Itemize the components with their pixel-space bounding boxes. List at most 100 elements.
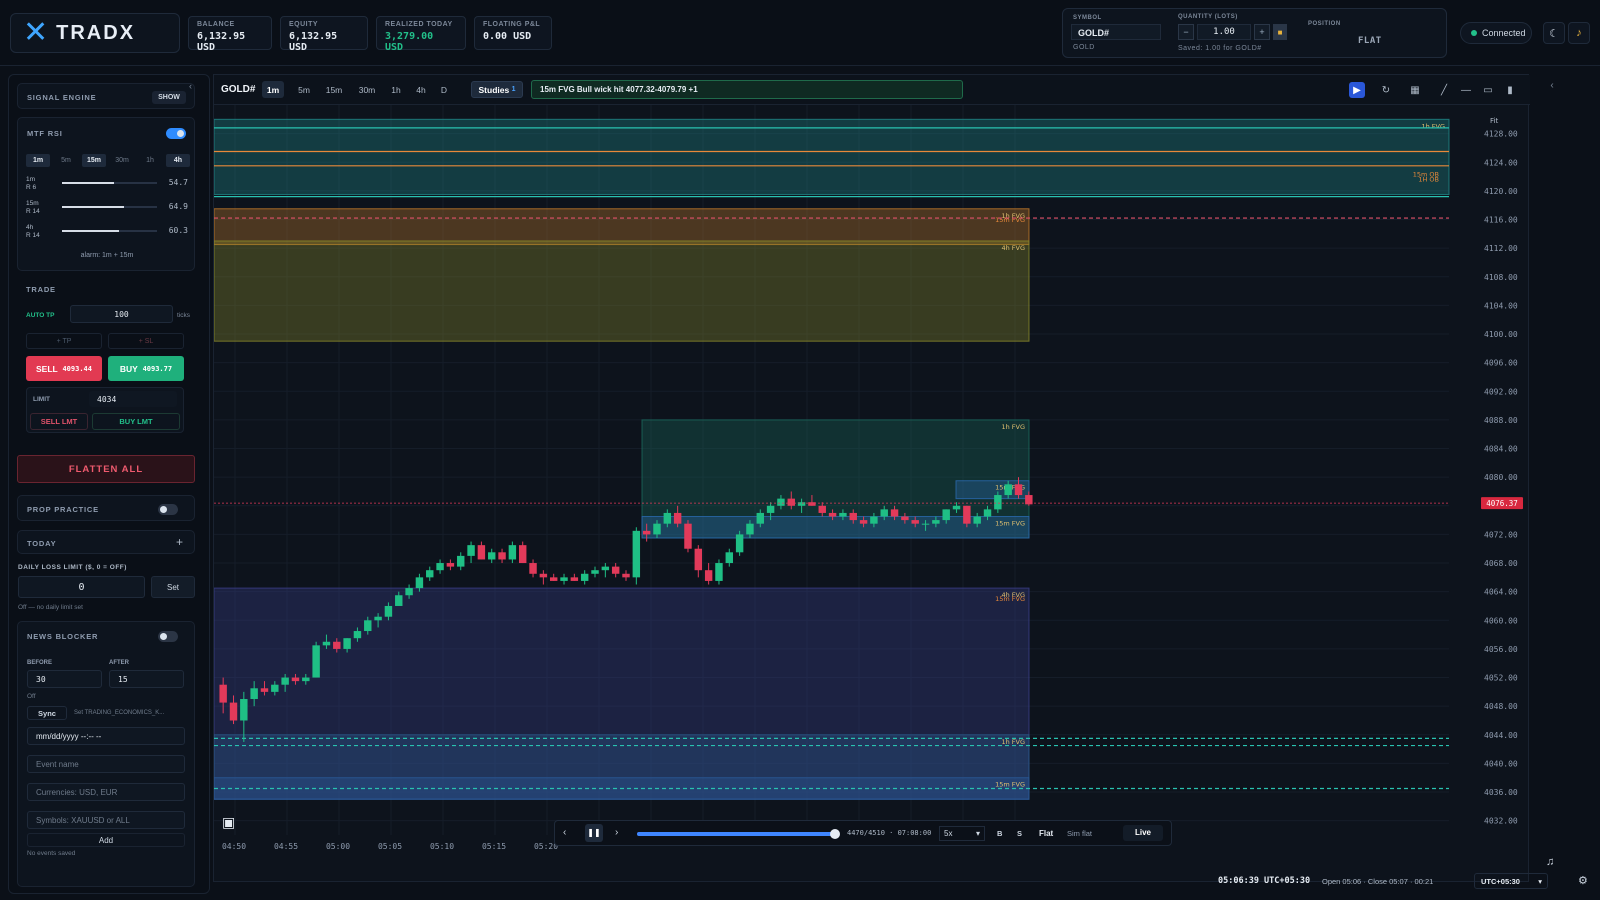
replay-progress-track[interactable] [637,829,841,839]
daily-loss-input[interactable]: 0 [18,576,145,598]
zone-label: 1H OB [1418,175,1439,183]
refresh-icon[interactable]: ↻ [1378,82,1394,98]
candle-body [260,688,269,692]
candle-body [302,677,310,682]
y-axis-tick: 4084.00 [1484,445,1518,454]
trendline-icon[interactable]: ╱ [1436,82,1452,98]
sell-limit-button[interactable]: SELL LMT [30,413,88,430]
horizontal-line-icon[interactable]: — [1458,82,1474,98]
sell-market-button[interactable]: SELL 4093.44 [26,356,102,381]
last-price-label: 4076.37 [1486,499,1518,508]
mtf-tf-4h[interactable]: 4h [166,154,190,167]
replay-buy-button[interactable]: B [997,829,1002,838]
candle-body [642,530,651,535]
prop-practice-panel: PROP PRACTICE [17,495,195,521]
y-axis-tick: 4092.00 [1484,387,1518,396]
prop-practice-toggle[interactable] [158,504,178,515]
news-blocker-toggle[interactable] [158,631,178,642]
replay-prev-icon[interactable]: ‹ [563,827,566,838]
news-currencies-input[interactable]: Currencies: USD, EUR [27,783,185,801]
lock-icon[interactable]: ■ [1273,24,1287,40]
symbol-field[interactable]: GOLD# [1071,24,1161,40]
collapse-chevron-icon[interactable]: ‹ [189,81,192,91]
news-add-button[interactable]: Add [27,833,185,847]
mtf-tf-30m[interactable]: 30m [110,154,134,167]
replay-live-button[interactable]: Live [1123,825,1163,841]
auto-tp-input[interactable]: 100 [70,305,173,323]
chart-area: GOLD# 1m 5m 15m 30m 1h 4h D Studies 1 15m FVG … [213,74,1530,883]
qty-increase-button[interactable]: + [1254,24,1270,40]
floating-pnl-stat: FLOATING P&L 0.00 USD [474,16,552,50]
candle-body [384,605,393,617]
daily-loss-set-button[interactable]: Set [151,576,195,598]
news-after-input[interactable]: 15 [109,670,184,688]
equity-stat: EQUITY 6,132.95 USD [280,16,368,53]
candle-body [353,631,362,639]
play-icon[interactable]: ▶ [1349,82,1365,98]
chart-tf-1h[interactable]: 1h [387,81,405,98]
chart-tf-1m[interactable]: 1m [262,81,284,98]
y-axis-tick: 4068.00 [1484,559,1518,568]
candle-body [777,498,785,506]
add-tp-button[interactable]: + TP [26,333,102,349]
chart-symbol[interactable]: GOLD# [221,84,255,95]
today-expand-button[interactable]: + [176,535,183,549]
bell-icon[interactable]: ♪ [1568,22,1590,44]
qty-decrease-button[interactable]: − [1178,24,1194,40]
buy-market-button[interactable]: BUY 4093.77 [108,356,184,381]
mtf-tf-1h[interactable]: 1h [138,154,162,167]
rectangle-icon[interactable]: ▭ [1480,82,1496,98]
mtf-rsi-toggle[interactable] [166,128,186,139]
rsi-bar-fill [62,182,114,184]
replay-next-icon[interactable]: › [615,827,618,838]
replay-progress: 4470/4510 · 07:08:00 [847,829,932,837]
chart-tf-4h[interactable]: 4h [412,81,430,98]
news-date-input[interactable]: mm/dd/yyyy --:-- -- [27,727,185,745]
candle-body [446,563,455,567]
y-axis-tick: 4044.00 [1484,731,1518,740]
x-axis-tick: 05:10 [430,842,454,851]
zone-label: 4h FVG [1001,244,1025,252]
news-event-name-input[interactable]: Event name [27,755,185,773]
x-axis-tick: 05:00 [326,842,350,851]
trash-icon[interactable]: ▮ [1502,82,1518,98]
news-before-input[interactable]: 30 [27,670,102,688]
signal-engine-show-button[interactable]: SHOW [152,91,186,104]
chart-tf-5m[interactable]: 5m [293,81,315,98]
candle-body [467,545,475,556]
zoom-fit-button[interactable]: Fit [1490,117,1498,125]
news-symbols-input[interactable]: Symbols: XAUUSD or ALL [27,811,185,829]
alert-banner[interactable]: 15m FVG Bull wick hit 4077.32-4079.79 +1 [531,80,963,99]
candle-body [694,548,703,571]
settings-icon[interactable]: ⚙ [1578,874,1588,887]
replay-slider-handle[interactable] [830,829,841,839]
studies-button[interactable]: Studies 1 [471,81,523,98]
candle-body [663,512,672,524]
grid-icon[interactable]: ▦ [1407,82,1423,98]
timezone-select[interactable]: UTC+05:30 ▾ [1474,873,1548,889]
chart-tf-30m[interactable]: 30m [353,81,381,98]
expand-panel-icon[interactable]: ‹ [1544,80,1560,96]
add-sl-button[interactable]: + SL [108,333,184,349]
limit-price-input[interactable]: 4034 [89,391,177,407]
brand-logo[interactable]: ✕ TRADX [10,13,180,53]
replay-speed-select[interactable]: 5x ▾ [939,826,985,841]
chart-tf-D[interactable]: D [436,81,452,98]
buy-limit-button[interactable]: BUY LMT [92,413,180,430]
replay-flat-button[interactable]: Flat [1039,829,1053,838]
mtf-tf-15m[interactable]: 15m [82,154,106,167]
replay-sell-button[interactable]: S [1017,829,1022,838]
candle-body [364,620,372,632]
candle-body [901,516,909,521]
replay-pause-icon[interactable]: ❚❚ [585,824,603,842]
candle-body [518,545,527,564]
microphone-icon[interactable]: ♫ [1546,856,1554,868]
flatten-all-button[interactable]: FLATTEN ALL [17,455,195,483]
mtf-tf-5m[interactable]: 5m [54,154,78,167]
qty-value[interactable]: 1.00 [1197,24,1251,40]
mtf-tf-1m[interactable]: 1m [26,154,50,167]
chart-tf-15m[interactable]: 15m [321,81,347,98]
news-sync-button[interactable]: Sync [27,706,67,720]
theme-toggle-icon[interactable]: ☾ [1543,22,1565,44]
price-chart[interactable]: 4128.00 4124.00 4120.00 4116.00 4112.00 4108.… [214,105,1530,883]
